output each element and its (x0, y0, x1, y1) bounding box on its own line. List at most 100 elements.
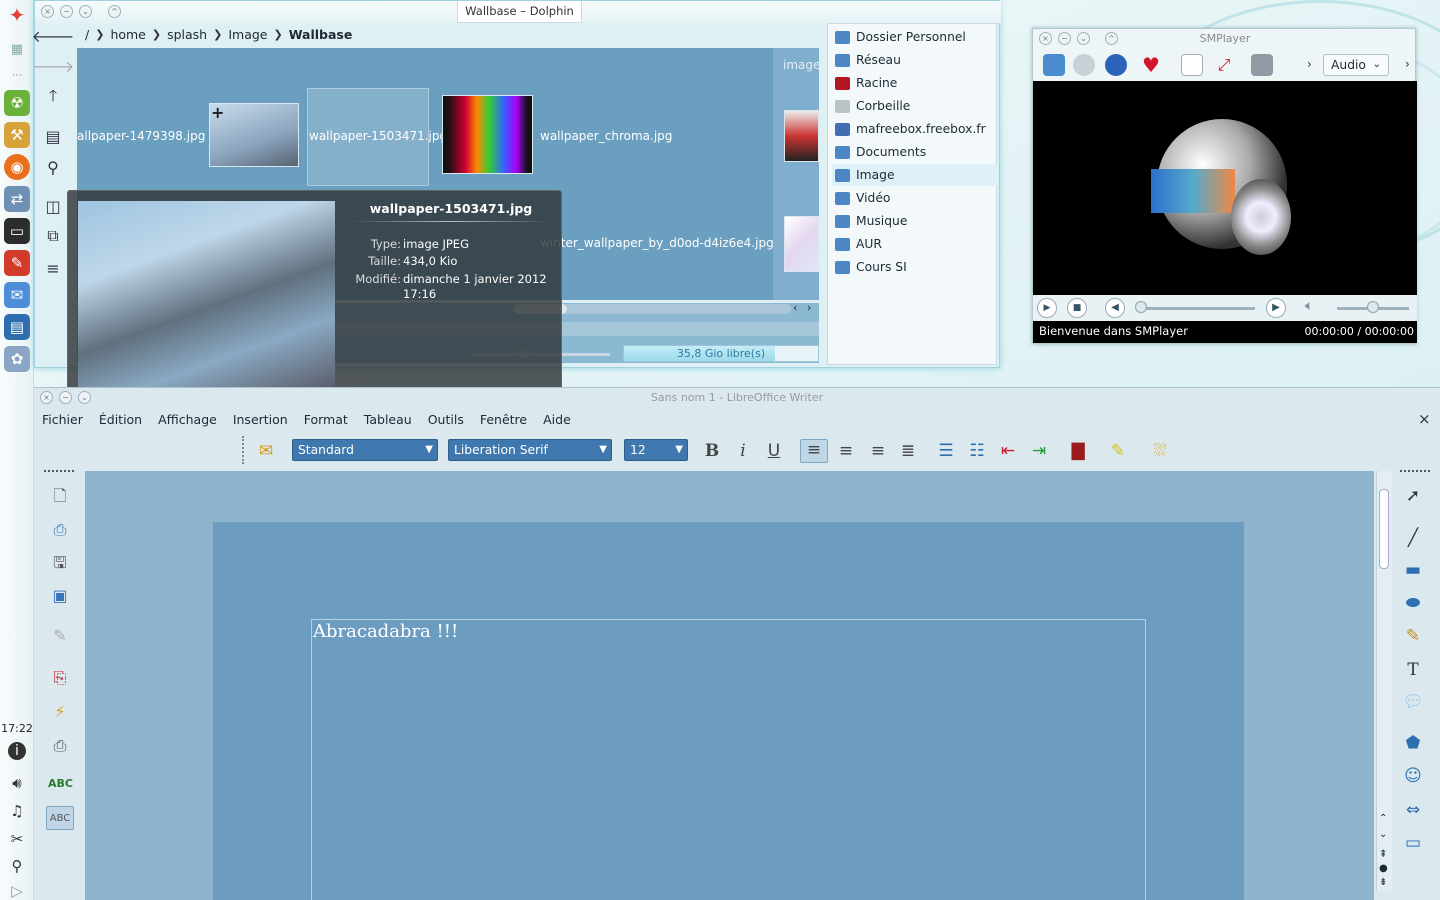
up-icon[interactable]: 🡑 (39, 85, 67, 111)
vertical-scrollbar[interactable]: ⌃ ⌄ ⇞ ● ⇟ (1376, 471, 1392, 891)
toolbar-overflow-icon[interactable]: › (1307, 57, 1312, 71)
menu-item[interactable]: Aide (535, 410, 579, 432)
paint-icon[interactable]: ✿ (4, 346, 30, 372)
terminal-icon[interactable]: ▭ (4, 218, 30, 244)
menu-item[interactable]: Outils (420, 410, 472, 432)
search-icon[interactable]: ⚲ (39, 154, 67, 180)
url-icon[interactable] (1105, 54, 1127, 76)
scissors-icon[interactable]: ✂ (6, 828, 28, 850)
file-thumbnail[interactable] (784, 216, 819, 272)
places-item[interactable]: mafreebox.freebox.fr (832, 118, 997, 140)
menu-item[interactable]: Édition (91, 410, 150, 432)
preview-icon[interactable]: ◫ (39, 193, 67, 219)
window-icon[interactable] (1181, 54, 1203, 76)
maximize-button[interactable]: ⌄ (1077, 32, 1090, 45)
export-pdf-icon[interactable]: ⎘ (48, 666, 72, 690)
scroll-right-icon[interactable]: › (807, 301, 811, 314)
document-page[interactable]: Abracadabra !!! (213, 522, 1244, 900)
forward-icon[interactable]: ▶ (1266, 298, 1286, 318)
font-color-icon[interactable]: ▇ (1066, 441, 1090, 461)
flowchart-icon[interactable]: ▭ (1400, 831, 1426, 855)
smplayer-titlebar[interactable]: × − ⌄ ^ SMPlayer (1033, 29, 1417, 49)
forward-icon[interactable]: 🡒 (32, 53, 75, 79)
launcher-icon[interactable]: ✦ (6, 3, 28, 27)
previous-page-icon[interactable]: ⇞ (1379, 849, 1387, 860)
fullscreen-icon[interactable]: ⤢ (1213, 54, 1235, 76)
align-right-icon[interactable]: ≡ (866, 441, 890, 461)
navigation-icon[interactable]: ● (1379, 863, 1388, 874)
seek-handle[interactable] (1135, 301, 1147, 313)
menu-item[interactable]: Tableau (356, 410, 420, 432)
menu-item[interactable]: Insertion (225, 410, 296, 432)
places-item[interactable]: AUR (832, 233, 997, 255)
italic-icon[interactable]: i (731, 441, 755, 461)
menu-icon[interactable]: ≡ (39, 255, 67, 281)
breadcrumb-splash[interactable]: splash (167, 27, 207, 42)
info-icon[interactable]: i (8, 742, 26, 760)
file-name[interactable]: winter_wallpaper_by_d0od-d4iz6e4.jpg (540, 236, 774, 250)
maximize-button[interactable]: ⌄ (78, 391, 91, 404)
mute-icon[interactable]: 🔈︎ (1305, 298, 1313, 314)
basic-shapes-icon[interactable]: ⬟ (1400, 731, 1426, 755)
expand-icon[interactable]: ▷ (6, 880, 28, 900)
back-icon[interactable]: 🡐 (32, 23, 75, 49)
scrollbar-thumb[interactable] (1379, 489, 1389, 569)
arrows-icon[interactable]: ⇔ (1400, 798, 1426, 822)
minimize-button[interactable]: − (59, 391, 72, 404)
menu-item[interactable]: Fichier (34, 410, 91, 432)
align-center-icon[interactable]: ≡ (834, 441, 858, 461)
open-icon[interactable] (1043, 54, 1065, 76)
volume-handle[interactable] (1367, 301, 1379, 313)
menu-item[interactable]: Format (296, 410, 356, 432)
seek-slider[interactable] (1137, 307, 1255, 310)
scroll-down-icon[interactable]: ⌄ (1379, 829, 1387, 840)
save-icon[interactable]: 🖫 (48, 551, 72, 575)
text-icon[interactable]: T (1400, 658, 1426, 682)
file-thumbnail[interactable] (784, 110, 819, 162)
firefox-icon[interactable]: ◉ (4, 154, 30, 180)
breadcrumb-home[interactable]: home (110, 27, 145, 42)
auto-spellcheck-icon[interactable]: ABC (46, 806, 74, 830)
underline-icon[interactable]: U (762, 441, 786, 461)
ellipse-icon[interactable]: ⬬ (1400, 591, 1426, 615)
background-color-icon[interactable]: ⛆ (1148, 441, 1172, 461)
audio-dropdown[interactable]: Audio ⌄ (1323, 54, 1389, 76)
split-icon[interactable]: ⧉ (39, 223, 67, 249)
text-boundaries[interactable]: Abracadabra !!! (311, 619, 1146, 900)
close-button[interactable]: × (41, 5, 54, 18)
print-preview-icon[interactable]: ⎙ (48, 734, 72, 758)
network-icon[interactable]: ⇄ (4, 186, 30, 212)
font-name-select[interactable]: Liberation Serif ▼ (448, 439, 612, 461)
document-area[interactable]: Abracadabra !!! (85, 471, 1374, 900)
paragraph-style-select[interactable]: Standard ▼ (292, 439, 438, 461)
callout-icon[interactable]: 💬︎ (1400, 690, 1426, 714)
places-item[interactable]: Corbeille (832, 95, 997, 117)
scroll-left-icon[interactable]: ‹ (793, 301, 797, 314)
file-name[interactable]: wallpaper_chroma.jpg (540, 129, 672, 143)
highlight-icon[interactable]: ✎ (1106, 441, 1130, 461)
close-document-icon[interactable]: × (1418, 410, 1431, 428)
details-icon[interactable]: ▤ (39, 123, 67, 149)
rectangle-icon[interactable]: ▬ (1400, 558, 1426, 582)
close-button[interactable]: × (1039, 32, 1052, 45)
export-icon[interactable]: ▣ (48, 584, 72, 608)
stop-icon[interactable]: ■ (1067, 298, 1087, 318)
places-item[interactable]: Dossier Personnel (832, 26, 997, 48)
justify-icon[interactable]: ≣ (896, 441, 920, 461)
new-document-icon[interactable]: 🗋 (48, 484, 72, 508)
places-item[interactable]: Documents (832, 141, 997, 163)
breadcrumb-image[interactable]: Image (228, 27, 267, 42)
menu-item[interactable]: Affichage (150, 410, 225, 432)
file-name[interactable]: allpaper-1479398.jpg (77, 129, 205, 143)
increase-indent-icon[interactable]: ⇥ (1027, 441, 1051, 461)
maximize-button[interactable]: ⌄ (79, 5, 92, 18)
keep-above-button[interactable]: ^ (108, 5, 121, 18)
file-thumbnail[interactable] (442, 95, 533, 174)
play-icon[interactable]: ▶ (1037, 298, 1057, 318)
toolbar-overflow-icon[interactable]: › (1405, 57, 1410, 71)
spellcheck-icon[interactable]: ABC (48, 772, 73, 796)
mail-icon[interactable]: ✉ (4, 282, 30, 308)
screenshot-icon[interactable] (1251, 54, 1273, 76)
line-icon[interactable]: ╱ (1400, 526, 1426, 550)
edit-icon[interactable]: ✎ (48, 624, 72, 648)
